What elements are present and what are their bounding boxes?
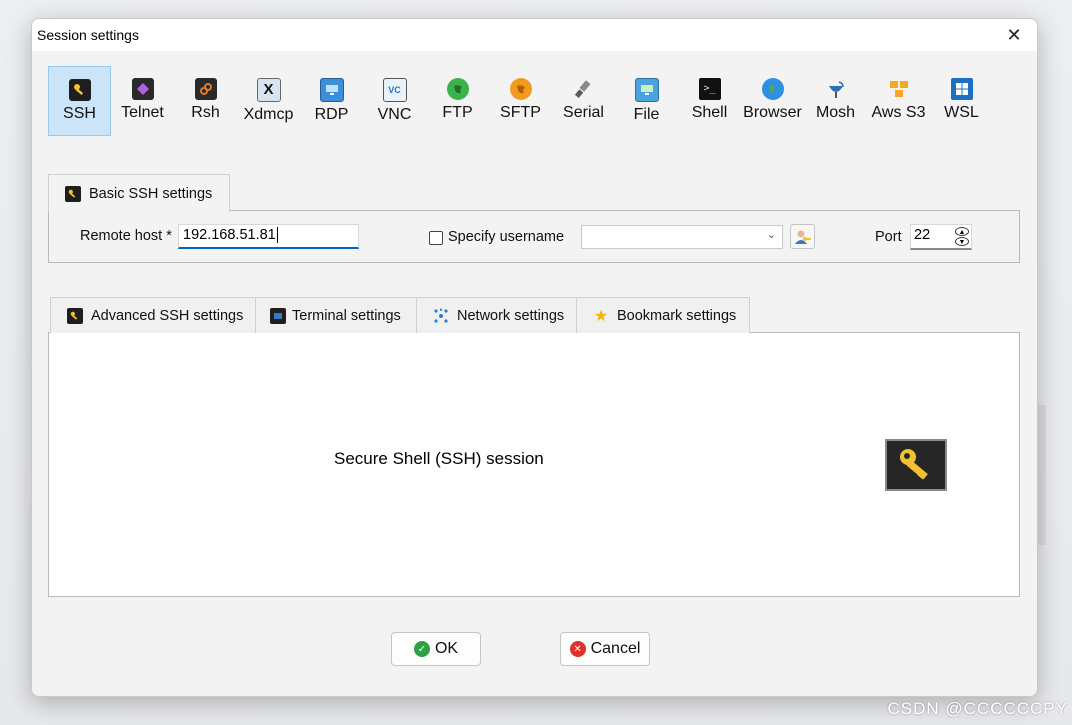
session-type-serial[interactable]: Serial <box>552 66 615 136</box>
ok-button[interactable]: ✓ OK <box>391 632 481 666</box>
session-type-label: Xdmcp <box>243 106 294 123</box>
shell-icon: >_ <box>698 78 721 100</box>
specify-username-checkbox[interactable] <box>429 231 443 245</box>
session-type-label: FTP <box>442 104 473 121</box>
session-type-browser[interactable]: Browser <box>741 66 804 136</box>
window-title: Session settings <box>37 27 139 43</box>
wsl-icon <box>950 78 973 100</box>
session-type-label: Browser <box>743 104 802 121</box>
watermark: CSDN @CCCCCCPY <box>887 699 1068 718</box>
session-type-rdp[interactable]: RDP <box>300 66 363 136</box>
spin-up-icon[interactable]: ▲ <box>955 227 969 236</box>
tab-label: Terminal settings <box>292 307 401 324</box>
tab-terminal-settings[interactable]: Terminal settings <box>255 297 417 333</box>
chevron-down-icon: ⌄ <box>766 229 776 241</box>
session-type-ftp[interactable]: FTP <box>426 66 489 136</box>
sftp-icon <box>509 78 532 100</box>
session-type-telnet[interactable]: Telnet <box>111 66 174 136</box>
xdmcp-icon: X <box>256 78 281 102</box>
session-type-label: Serial <box>563 104 604 121</box>
session-type-label: VNC <box>377 106 412 123</box>
ok-label: OK <box>434 640 459 657</box>
session-type-label: SFTP <box>500 104 541 121</box>
key-icon <box>67 307 83 324</box>
remote-host-input[interactable]: 192.168.51.81 <box>178 224 359 249</box>
star-icon: ★ <box>593 307 609 325</box>
session-type-sftp[interactable]: SFTP <box>489 66 552 136</box>
session-description: Secure Shell (SSH) session <box>334 449 544 468</box>
session-type-shell[interactable]: >_ Shell <box>678 66 741 136</box>
cancel-button[interactable]: ✕ Cancel <box>560 632 650 666</box>
session-type-xdmcp[interactable]: X Xdmcp <box>237 66 300 136</box>
ftp-icon <box>446 78 469 100</box>
close-icon: ✕ <box>1006 24 1022 45</box>
mosh-icon <box>825 78 847 100</box>
title-bar: Session settings ✕ <box>32 19 1037 51</box>
session-type-aws-s3[interactable]: Aws S3 <box>867 66 930 136</box>
background-window-edge <box>1038 405 1046 545</box>
user-manager-button[interactable] <box>790 224 815 249</box>
tab-label: Bookmark settings <box>617 307 737 324</box>
remote-host-label: Remote host * <box>80 228 172 244</box>
browser-icon <box>761 78 784 100</box>
tab-label: Network settings <box>457 307 565 324</box>
serial-icon <box>573 78 595 100</box>
cancel-label: Cancel <box>590 640 641 657</box>
vnc-icon: VC <box>382 78 407 102</box>
network-icon <box>433 308 449 324</box>
rdp-icon <box>319 78 344 102</box>
key-icon <box>68 79 91 101</box>
cancel-icon: ✕ <box>569 641 586 657</box>
telnet-icon <box>131 78 154 100</box>
file-icon <box>634 78 659 102</box>
session-type-label: Rsh <box>191 104 220 121</box>
spin-down-icon[interactable]: ▼ <box>955 237 969 246</box>
port-value: 22 <box>914 227 931 243</box>
session-type-label: File <box>633 106 660 123</box>
tab-label: Advanced SSH settings <box>91 307 244 324</box>
session-type-label: Aws S3 <box>871 104 926 121</box>
terminal-icon <box>270 307 286 324</box>
session-type-label: WSL <box>944 104 979 121</box>
session-type-label: Telnet <box>121 104 164 121</box>
tab-bookmark-settings[interactable]: ★ Bookmark settings <box>576 297 750 333</box>
session-type-rsh[interactable]: Rsh <box>174 66 237 136</box>
port-spin-buttons: ▲ ▼ <box>955 227 969 247</box>
session-type-label: Shell <box>691 104 728 121</box>
check-icon: ✓ <box>413 641 430 657</box>
username-combo[interactable]: ⌄ <box>581 225 783 249</box>
close-button[interactable]: ✕ <box>991 19 1037 51</box>
key-icon <box>65 185 81 202</box>
session-settings-dialog: Session settings ✕ SSH Telnet Rsh X Xdmc… <box>31 18 1038 697</box>
specify-username-label: Specify username <box>448 229 565 245</box>
port-spinbox[interactable]: 22 ▲ ▼ <box>910 224 972 250</box>
session-type-vnc[interactable]: VC VNC <box>363 66 426 136</box>
remote-host-value: 192.168.51.81 <box>183 227 276 243</box>
tab-advanced-ssh-settings[interactable]: Advanced SSH settings <box>50 297 256 333</box>
tab-label: Basic SSH settings <box>89 185 213 202</box>
tab-network-settings[interactable]: Network settings <box>416 297 577 333</box>
session-type-wsl[interactable]: WSL <box>930 66 993 136</box>
tab-basic-ssh-settings[interactable]: Basic SSH settings <box>48 174 230 212</box>
port-label: Port <box>875 229 902 245</box>
session-type-label: RDP <box>314 106 349 123</box>
rsh-icon <box>194 78 217 100</box>
aws-s3-icon <box>888 78 910 100</box>
user-key-icon <box>794 230 811 244</box>
text-caret <box>276 227 278 243</box>
session-type-label: Mosh <box>815 104 856 121</box>
session-type-label: SSH <box>63 105 96 122</box>
session-type-mosh[interactable]: Mosh <box>804 66 867 136</box>
session-type-file[interactable]: File <box>615 66 678 136</box>
session-type-ssh[interactable]: SSH <box>48 66 111 136</box>
large-key-icon <box>885 439 947 491</box>
